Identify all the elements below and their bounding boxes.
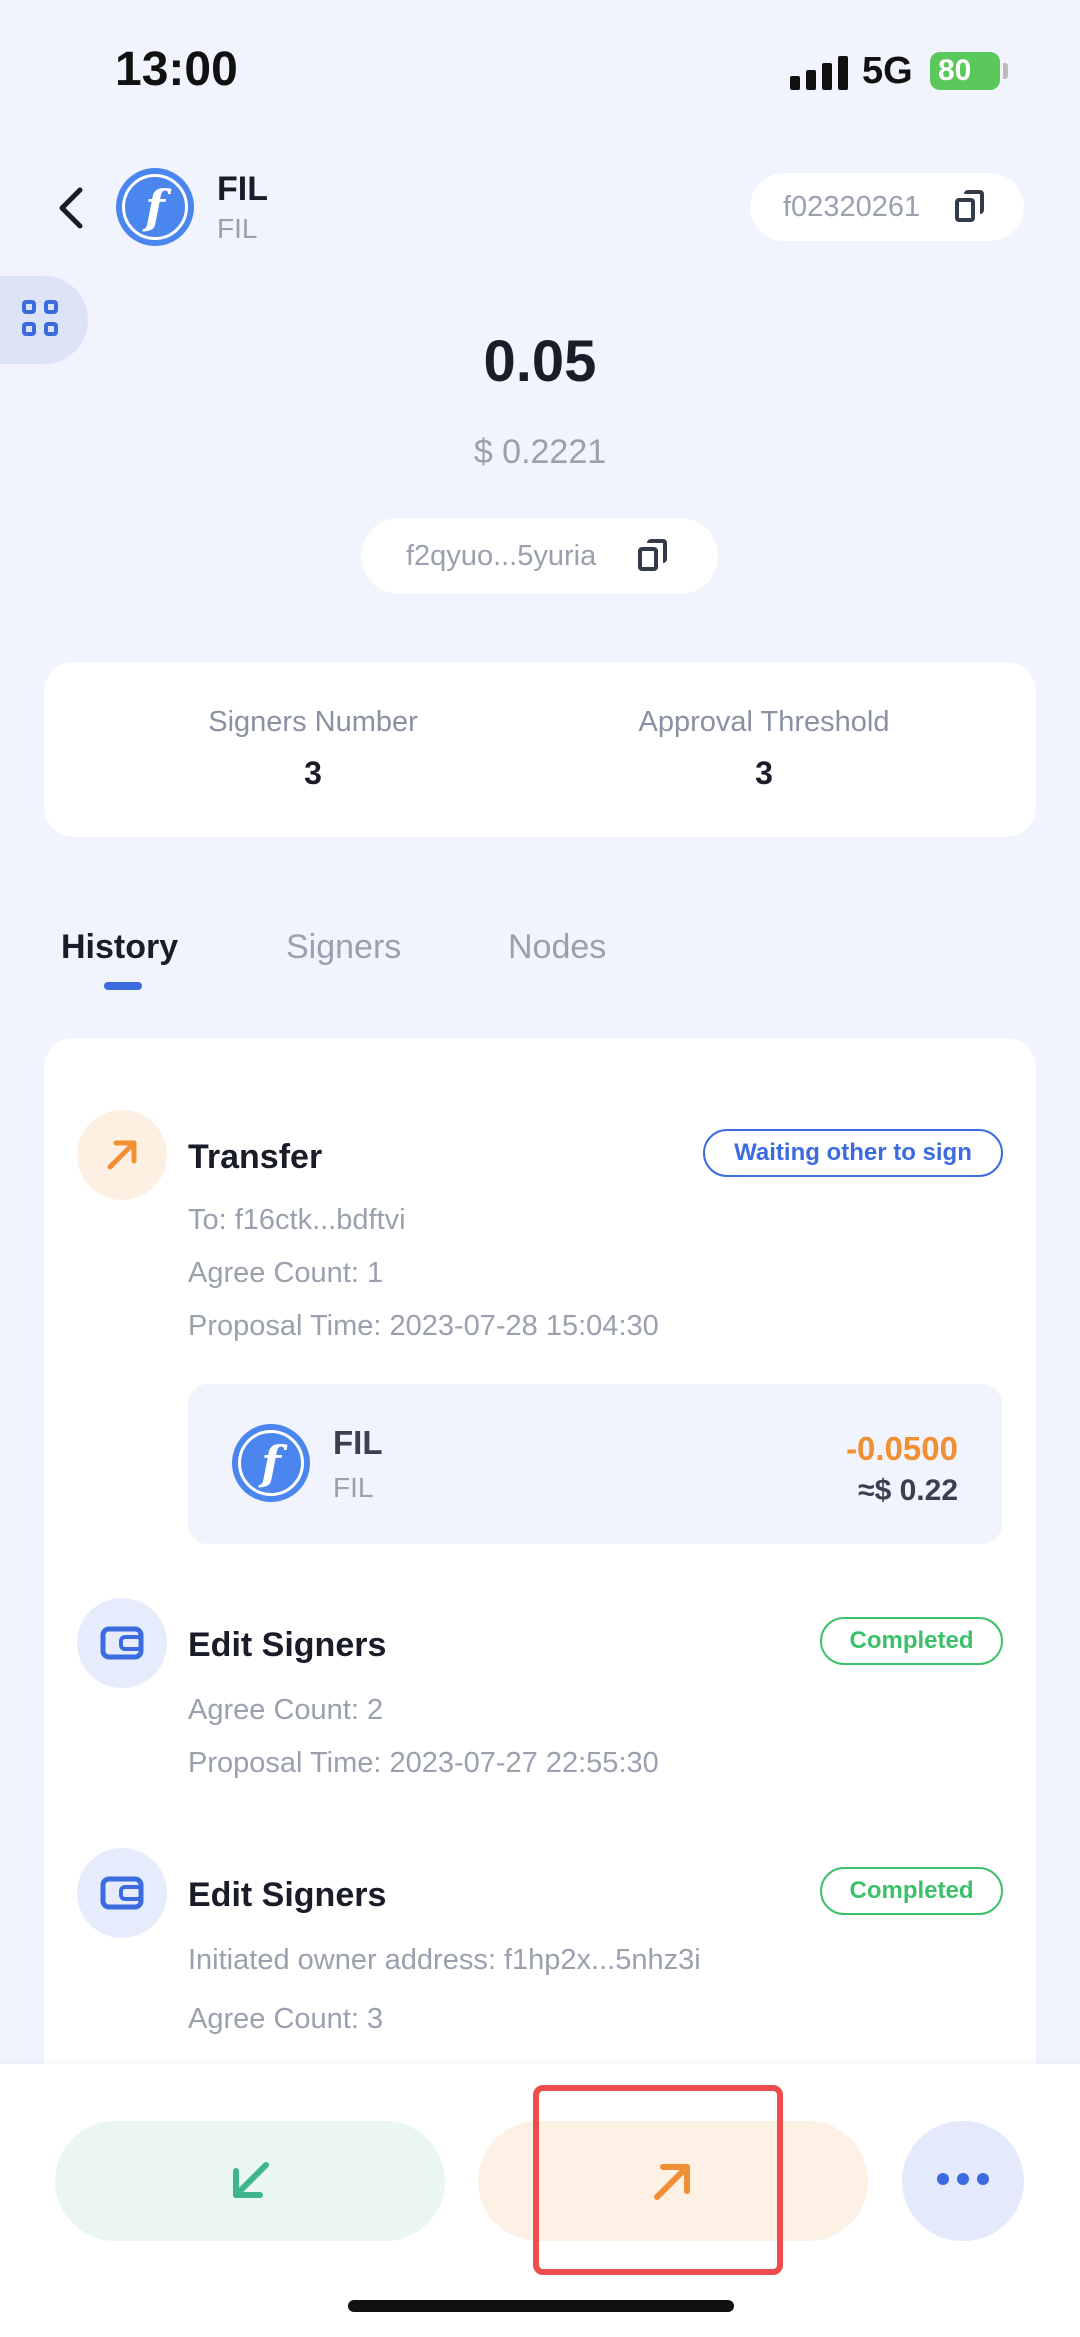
tab-indicator — [104, 982, 142, 990]
arrow-up-right-icon — [107, 1140, 137, 1170]
account-id: f02320261 — [783, 190, 921, 223]
battery-tip — [1003, 63, 1008, 79]
asset-name: FIL — [333, 1424, 383, 1461]
balance-fiat: $ 0.2221 — [473, 433, 607, 471]
tx-proposal-time: Proposal Time: 2023-07-28 15:04:30 — [188, 1310, 659, 1342]
signers-number-label: Signers Number — [208, 706, 418, 738]
signers-number-value: 3 — [304, 755, 322, 791]
receive-button[interactable] — [55, 2121, 445, 2241]
edit-signers-type-icon — [77, 1598, 167, 1688]
tx-agree-count: Agree Count: 3 — [188, 2003, 384, 2035]
account-id-chip[interactable]: f02320261 — [750, 173, 1024, 241]
tx-recipient: To: f16ctk...bdftvi — [188, 1204, 406, 1236]
battery-icon: 80 — [930, 52, 1000, 90]
asset-symbol: FIL — [333, 1472, 374, 1503]
coin-name: FIL — [217, 170, 268, 208]
status-badge: Completed — [820, 1617, 1003, 1665]
tab-history[interactable]: History — [61, 928, 178, 967]
more-button[interactable] — [902, 2121, 1024, 2241]
status-badge: Waiting other to sign — [703, 1129, 1003, 1177]
history-list: Transfer Waiting other to sign To: f16ct… — [44, 1038, 1036, 2078]
status-bar: 13:00 5G 80 — [0, 0, 1080, 140]
approval-threshold-value: 3 — [755, 755, 773, 791]
tx-amount-box: f FIL FIL -0.0500 ≈$ 0.22 — [188, 1384, 1002, 1544]
balance-amount: 0.05 — [483, 329, 597, 394]
tx-owner-address: Initiated owner address: f1hp2x...5nhz3i — [188, 1944, 701, 1976]
network-label: 5G — [862, 50, 913, 92]
tx-title: Edit Signers — [188, 1876, 387, 1914]
status-time: 13:00 — [115, 43, 238, 96]
copy-icon[interactable] — [638, 539, 668, 573]
multisig-stats-card: Signers Number 3 Approval Threshold 3 — [44, 662, 1036, 837]
copy-icon[interactable] — [955, 190, 985, 224]
arrow-down-left-icon — [233, 2162, 269, 2198]
signal-icon — [790, 54, 848, 90]
back-button[interactable] — [50, 180, 94, 236]
wallet-icon — [100, 1876, 144, 1910]
highlight-box — [533, 2085, 783, 2275]
approval-threshold-stat: Approval Threshold 3 — [564, 706, 964, 792]
tab-nodes[interactable]: Nodes — [508, 928, 606, 967]
home-indicator — [348, 2300, 734, 2312]
wallet-address: f2qyuo...5yuria — [406, 540, 597, 572]
tx-title: Edit Signers — [188, 1626, 387, 1664]
transfer-type-icon — [77, 1110, 167, 1200]
chevron-left-icon — [59, 187, 83, 229]
more-dots-icon — [933, 2172, 993, 2190]
tx-title: Transfer — [188, 1138, 323, 1176]
fil-logo-icon: f — [232, 1424, 310, 1502]
edit-signers-type-icon — [77, 1848, 167, 1938]
asset-amount: -0.0500 — [846, 1430, 958, 1467]
approval-threshold-label: Approval Threshold — [638, 706, 890, 738]
wallet-address-chip[interactable]: f2qyuo...5yuria — [361, 518, 718, 594]
tx-agree-count: Agree Count: 2 — [188, 1694, 384, 1726]
wallet-icon — [100, 1626, 144, 1660]
signers-number-stat: Signers Number 3 — [113, 706, 513, 792]
fil-logo-icon: f — [116, 168, 194, 246]
tx-agree-count: Agree Count: 1 — [188, 1257, 384, 1289]
tab-signers[interactable]: Signers — [286, 928, 401, 967]
coin-symbol: FIL — [217, 213, 258, 244]
asset-fiat: ≈$ 0.22 — [858, 1474, 958, 1507]
battery-level: 80 — [938, 54, 972, 87]
status-badge: Completed — [820, 1867, 1003, 1915]
tx-proposal-time: Proposal Time: 2023-07-27 22:55:30 — [188, 1747, 659, 1779]
